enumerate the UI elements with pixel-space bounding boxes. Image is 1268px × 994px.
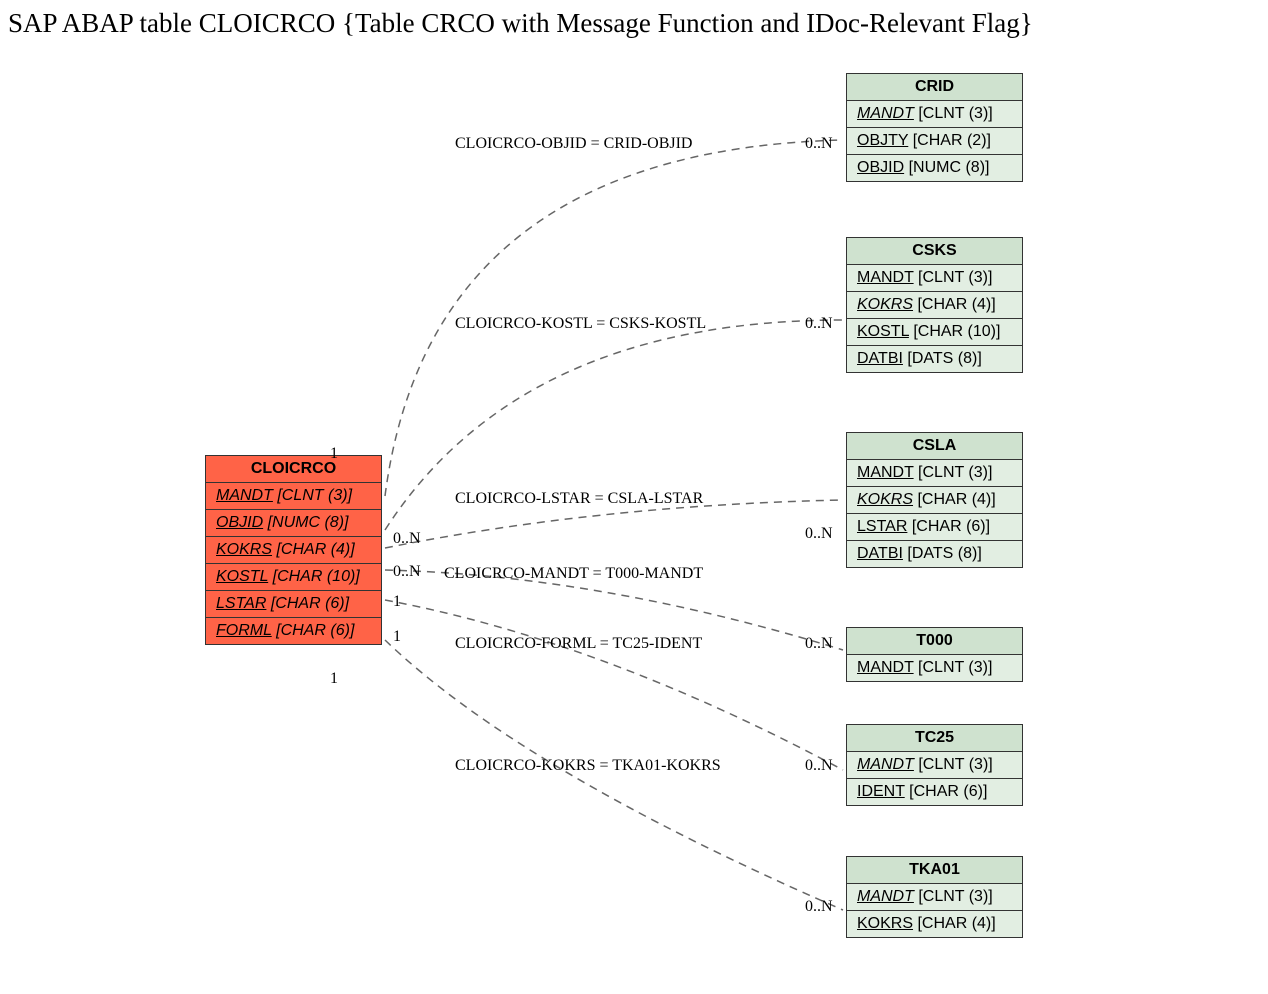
cardinality: 0..N	[805, 635, 833, 653]
entity-field: KOSTL [CHAR (10)]	[847, 319, 1022, 346]
entity-field: OBJTY [CHAR (2)]	[847, 128, 1022, 155]
cardinality: 1	[393, 628, 401, 646]
edge-label: CLOICRCO-KOSTL = CSKS-KOSTL	[455, 315, 706, 333]
entity-field: DATBI [DATS (8)]	[847, 541, 1022, 567]
entity-field: KOSTL [CHAR (10)]	[206, 564, 381, 591]
entity-tc25: TC25 MANDT [CLNT (3)] IDENT [CHAR (6)]	[846, 724, 1023, 806]
edge-label: CLOICRCO-MANDT = T000-MANDT	[444, 565, 703, 583]
edge-label: CLOICRCO-LSTAR = CSLA-LSTAR	[455, 490, 703, 508]
entity-header: CLOICRCO	[206, 456, 381, 483]
cardinality: 1	[393, 593, 401, 611]
entity-header: TC25	[847, 725, 1022, 752]
edge-label: CLOICRCO-FORML = TC25-IDENT	[455, 635, 702, 653]
cardinality: 0..N	[393, 530, 421, 548]
cardinality: 0..N	[805, 525, 833, 543]
entity-cloicrco: CLOICRCO MANDT [CLNT (3)] OBJID [NUMC (8…	[205, 455, 382, 645]
cardinality: 1	[330, 445, 338, 463]
entity-field: MANDT [CLNT (3)]	[847, 101, 1022, 128]
cardinality: 1	[330, 670, 338, 688]
entity-header: CSLA	[847, 433, 1022, 460]
entity-field: MANDT [CLNT (3)]	[206, 483, 381, 510]
entity-field: MANDT [CLNT (3)]	[847, 884, 1022, 911]
entity-field: MANDT [CLNT (3)]	[847, 265, 1022, 292]
entity-field: DATBI [DATS (8)]	[847, 346, 1022, 372]
page-title: SAP ABAP table CLOICRCO {Table CRCO with…	[0, 0, 1268, 39]
entity-field: LSTAR [CHAR (6)]	[847, 514, 1022, 541]
entity-field: MANDT [CLNT (3)]	[847, 460, 1022, 487]
entity-field: KOKRS [CHAR (4)]	[847, 292, 1022, 319]
entity-field: MANDT [CLNT (3)]	[847, 655, 1022, 681]
entity-field: KOKRS [CHAR (4)]	[206, 537, 381, 564]
entity-field: OBJID [NUMC (8)]	[847, 155, 1022, 181]
cardinality: 0..N	[805, 898, 833, 916]
entity-header: T000	[847, 628, 1022, 655]
edge-label: CLOICRCO-OBJID = CRID-OBJID	[455, 135, 692, 153]
entity-header: CSKS	[847, 238, 1022, 265]
entity-header: TKA01	[847, 857, 1022, 884]
entity-field: FORML [CHAR (6)]	[206, 618, 381, 644]
entity-field: LSTAR [CHAR (6)]	[206, 591, 381, 618]
entity-csla: CSLA MANDT [CLNT (3)] KOKRS [CHAR (4)] L…	[846, 432, 1023, 568]
edge-label: CLOICRCO-KOKRS = TKA01-KOKRS	[455, 757, 721, 775]
entity-field: IDENT [CHAR (6)]	[847, 779, 1022, 805]
entity-csks: CSKS MANDT [CLNT (3)] KOKRS [CHAR (4)] K…	[846, 237, 1023, 373]
entity-t000: T000 MANDT [CLNT (3)]	[846, 627, 1023, 682]
entity-field: MANDT [CLNT (3)]	[847, 752, 1022, 779]
entity-tka01: TKA01 MANDT [CLNT (3)] KOKRS [CHAR (4)]	[846, 856, 1023, 938]
cardinality: 0..N	[805, 757, 833, 775]
cardinality: 0..N	[805, 315, 833, 333]
entity-field: KOKRS [CHAR (4)]	[847, 487, 1022, 514]
entity-header: CRID	[847, 74, 1022, 101]
cardinality: 0..N	[393, 563, 421, 581]
entity-crid: CRID MANDT [CLNT (3)] OBJTY [CHAR (2)] O…	[846, 73, 1023, 182]
entity-field: KOKRS [CHAR (4)]	[847, 911, 1022, 937]
cardinality: 0..N	[805, 135, 833, 153]
entity-field: OBJID [NUMC (8)]	[206, 510, 381, 537]
